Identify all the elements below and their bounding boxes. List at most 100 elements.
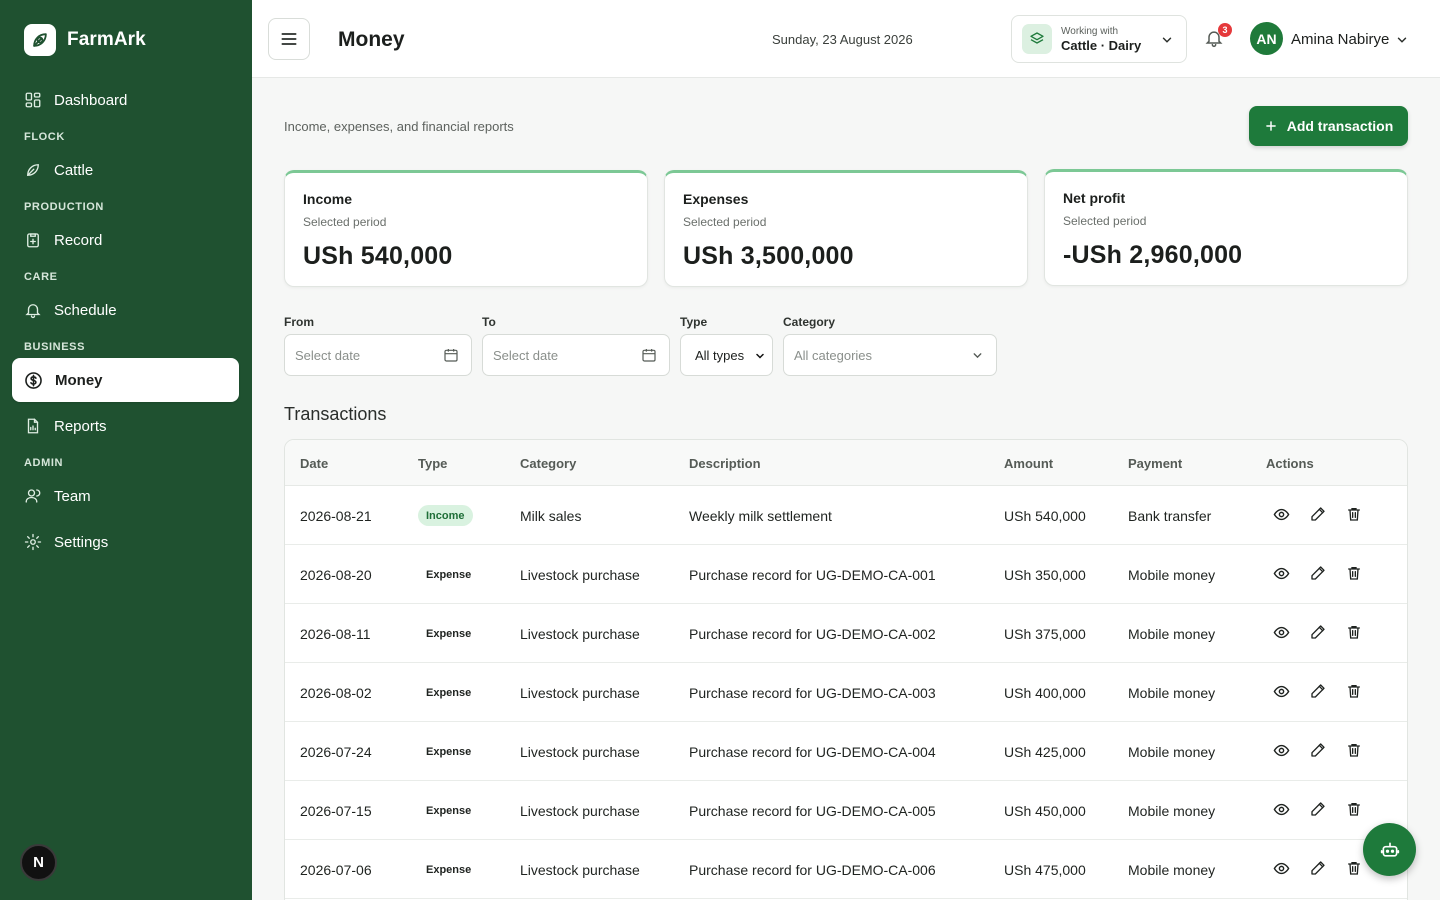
page-title: Money [338, 28, 405, 51]
to-date-input[interactable]: Select date [482, 334, 670, 376]
top-header: Money Sunday, 23 August 2026 Working wit… [252, 0, 1440, 78]
card-sub: Selected period [1063, 214, 1147, 228]
table-row[interactable]: 2026-08-20 Expense Livestock purchase Purch… [285, 545, 1407, 604]
view-eye-icon[interactable] [1273, 624, 1290, 646]
brand[interactable]: FarmArk [24, 24, 146, 56]
cell-amount: USh 350,000 [1004, 567, 1086, 583]
table-row[interactable]: 2026-08-11 Expense Livestock purchase Purch… [285, 604, 1407, 663]
type-badge: Expense [426, 745, 472, 758]
from-date-input[interactable]: Select date [284, 334, 472, 376]
edit-pencil-icon[interactable] [1310, 683, 1326, 704]
table-row[interactable]: 2026-07-06 Expense Livestock purchase Purch… [285, 840, 1407, 899]
chevron-down-icon[interactable] [1395, 33, 1409, 47]
farmark-logo-icon [24, 24, 56, 56]
type-select[interactable]: All types [680, 334, 773, 376]
cell-description: Purchase record for UG-DEMO-CA-006 [689, 862, 936, 878]
type-badge: Expense [426, 804, 472, 817]
leaf-icon [27, 164, 39, 176]
assistant-bot-button[interactable] [1363, 823, 1416, 876]
table-row[interactable]: 2026-07-15 Expense Livestock purchase Purch… [285, 781, 1407, 840]
col-description: Description [689, 456, 761, 471]
delete-trash-icon[interactable] [1346, 742, 1362, 763]
cell-payment: Mobile money [1128, 744, 1216, 760]
nav-section-admin: ADMIN [24, 457, 64, 469]
table-row[interactable]: 2026-08-21 Income Milk sales Weekly milk se… [285, 486, 1407, 545]
view-eye-icon[interactable] [1273, 801, 1290, 823]
nav-section-business: BUSINESS [24, 341, 86, 353]
current-date: Sunday, 23 August 2026 [772, 32, 913, 47]
avatar[interactable]: AN [1250, 22, 1283, 55]
clipboard-icon [27, 233, 39, 248]
edit-pencil-icon[interactable] [1310, 860, 1326, 881]
edit-pencil-icon[interactable] [1310, 742, 1326, 763]
cell-payment: Mobile money [1128, 862, 1216, 878]
cell-category: Livestock purchase [520, 685, 640, 701]
from-label: From [284, 315, 314, 329]
delete-trash-icon[interactable] [1346, 565, 1362, 586]
bell-icon [25, 304, 41, 319]
transactions-table: Date Type Category Description Amount Pa… [284, 439, 1408, 900]
cell-category: Livestock purchase [520, 626, 640, 642]
brand-name: FarmArk [67, 29, 146, 50]
context-switcher[interactable]: Working with Cattle · Dairy [1011, 15, 1187, 63]
framework-badge[interactable]: N [20, 844, 57, 881]
cell-description: Purchase record for UG-DEMO-CA-004 [689, 744, 936, 760]
view-eye-icon[interactable] [1273, 565, 1290, 587]
sidebar-item-cattle[interactable]: Cattle [12, 148, 239, 192]
edit-pencil-icon[interactable] [1310, 624, 1326, 645]
view-eye-icon[interactable] [1273, 506, 1290, 528]
cell-amount: USh 375,000 [1004, 626, 1086, 642]
edit-pencil-icon[interactable] [1310, 506, 1326, 527]
sidebar-item-label: Team [54, 487, 91, 505]
cell-category: Milk sales [520, 508, 582, 524]
cell-date: 2026-07-15 [300, 803, 372, 819]
sidebar-item-label: Money [55, 371, 103, 389]
table-row[interactable]: 2026-08-02 Expense Livestock purchase Purch… [285, 663, 1407, 722]
cell-amount: USh 400,000 [1004, 685, 1086, 701]
cell-description: Purchase record for UG-DEMO-CA-002 [689, 626, 936, 642]
cell-description: Purchase record for UG-DEMO-CA-001 [689, 567, 936, 583]
type-label: Type [680, 315, 708, 329]
sidebar-item-dashboard[interactable]: Dashboard [12, 78, 239, 122]
col-type: Type [418, 456, 448, 471]
delete-trash-icon[interactable] [1346, 860, 1362, 881]
plus-icon [1265, 121, 1276, 131]
delete-trash-icon[interactable] [1346, 683, 1362, 704]
layers-icon [1022, 24, 1052, 54]
sidebar-item-schedule[interactable]: Schedule [12, 288, 239, 332]
type-badge: Expense [426, 568, 472, 581]
view-eye-icon[interactable] [1273, 742, 1290, 764]
cell-payment: Mobile money [1128, 626, 1216, 642]
sidebar-item-settings[interactable]: Settings [12, 520, 239, 564]
card-label: Net profit [1063, 190, 1126, 206]
bot-icon [1380, 842, 1399, 857]
view-eye-icon[interactable] [1273, 860, 1290, 882]
sidebar-item-record[interactable]: Record [12, 218, 239, 262]
cell-description: Purchase record for UG-DEMO-CA-005 [689, 803, 936, 819]
delete-trash-icon[interactable] [1346, 624, 1362, 645]
type-badge: Expense [426, 627, 472, 640]
delete-trash-icon[interactable] [1346, 801, 1362, 822]
gear-icon [24, 533, 42, 551]
calendar-icon [642, 349, 656, 362]
sidebar-item-label: Schedule [54, 301, 117, 319]
type-badge: Income [418, 505, 473, 526]
category-select[interactable]: All categories [783, 334, 997, 376]
delete-trash-icon[interactable] [1346, 506, 1362, 527]
cell-payment: Bank transfer [1128, 508, 1212, 524]
user-name[interactable]: Amina Nabirye [1291, 31, 1389, 48]
net-profit-card: Net profit Selected period -USh 2,960,00… [1044, 169, 1408, 286]
context-label: Working with [1061, 25, 1119, 37]
edit-pencil-icon[interactable] [1310, 801, 1326, 822]
sidebar-item-reports[interactable]: Reports [12, 404, 239, 448]
sidebar-item-money[interactable]: Money [12, 358, 239, 402]
menu-toggle-button[interactable] [268, 18, 310, 60]
add-transaction-button[interactable]: Add transaction [1249, 106, 1408, 146]
dashboard-icon [25, 92, 41, 108]
sidebar: FarmArk Dashboard FLOCK Cattle PRODUCTIO… [0, 0, 252, 900]
edit-pencil-icon[interactable] [1310, 565, 1326, 586]
cell-payment: Mobile money [1128, 567, 1216, 583]
sidebar-item-team[interactable]: Team [12, 474, 239, 518]
view-eye-icon[interactable] [1273, 683, 1290, 705]
table-row[interactable]: 2026-07-24 Expense Livestock purchase Purch… [285, 722, 1407, 781]
